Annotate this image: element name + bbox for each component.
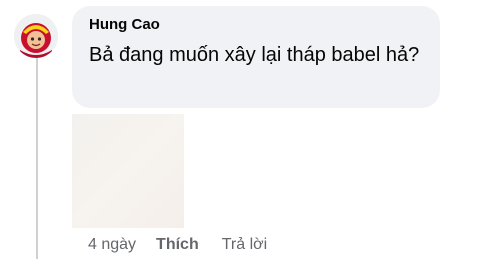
thread-line xyxy=(36,52,38,259)
like-button[interactable]: Thích xyxy=(156,236,199,254)
avatar-icon xyxy=(14,14,58,58)
comment-bubble: Hung Cao Bả đang muốn xây lại tháp babel… xyxy=(72,6,440,108)
comment-timestamp[interactable]: 4 ngày xyxy=(88,236,136,254)
comment: Hung Cao Bả đang muốn xây lại tháp babel… xyxy=(0,0,500,259)
reply-button[interactable]: Trả lời xyxy=(222,236,267,254)
avatar[interactable] xyxy=(14,14,58,58)
comment-actions: 4 ngày Thích Trả lời xyxy=(88,234,267,256)
comment-image-attachment[interactable] xyxy=(72,114,184,228)
comment-text: Bả đang muốn xây lại tháp babel hả? xyxy=(89,44,420,66)
comment-author[interactable]: Hung Cao xyxy=(89,16,160,34)
